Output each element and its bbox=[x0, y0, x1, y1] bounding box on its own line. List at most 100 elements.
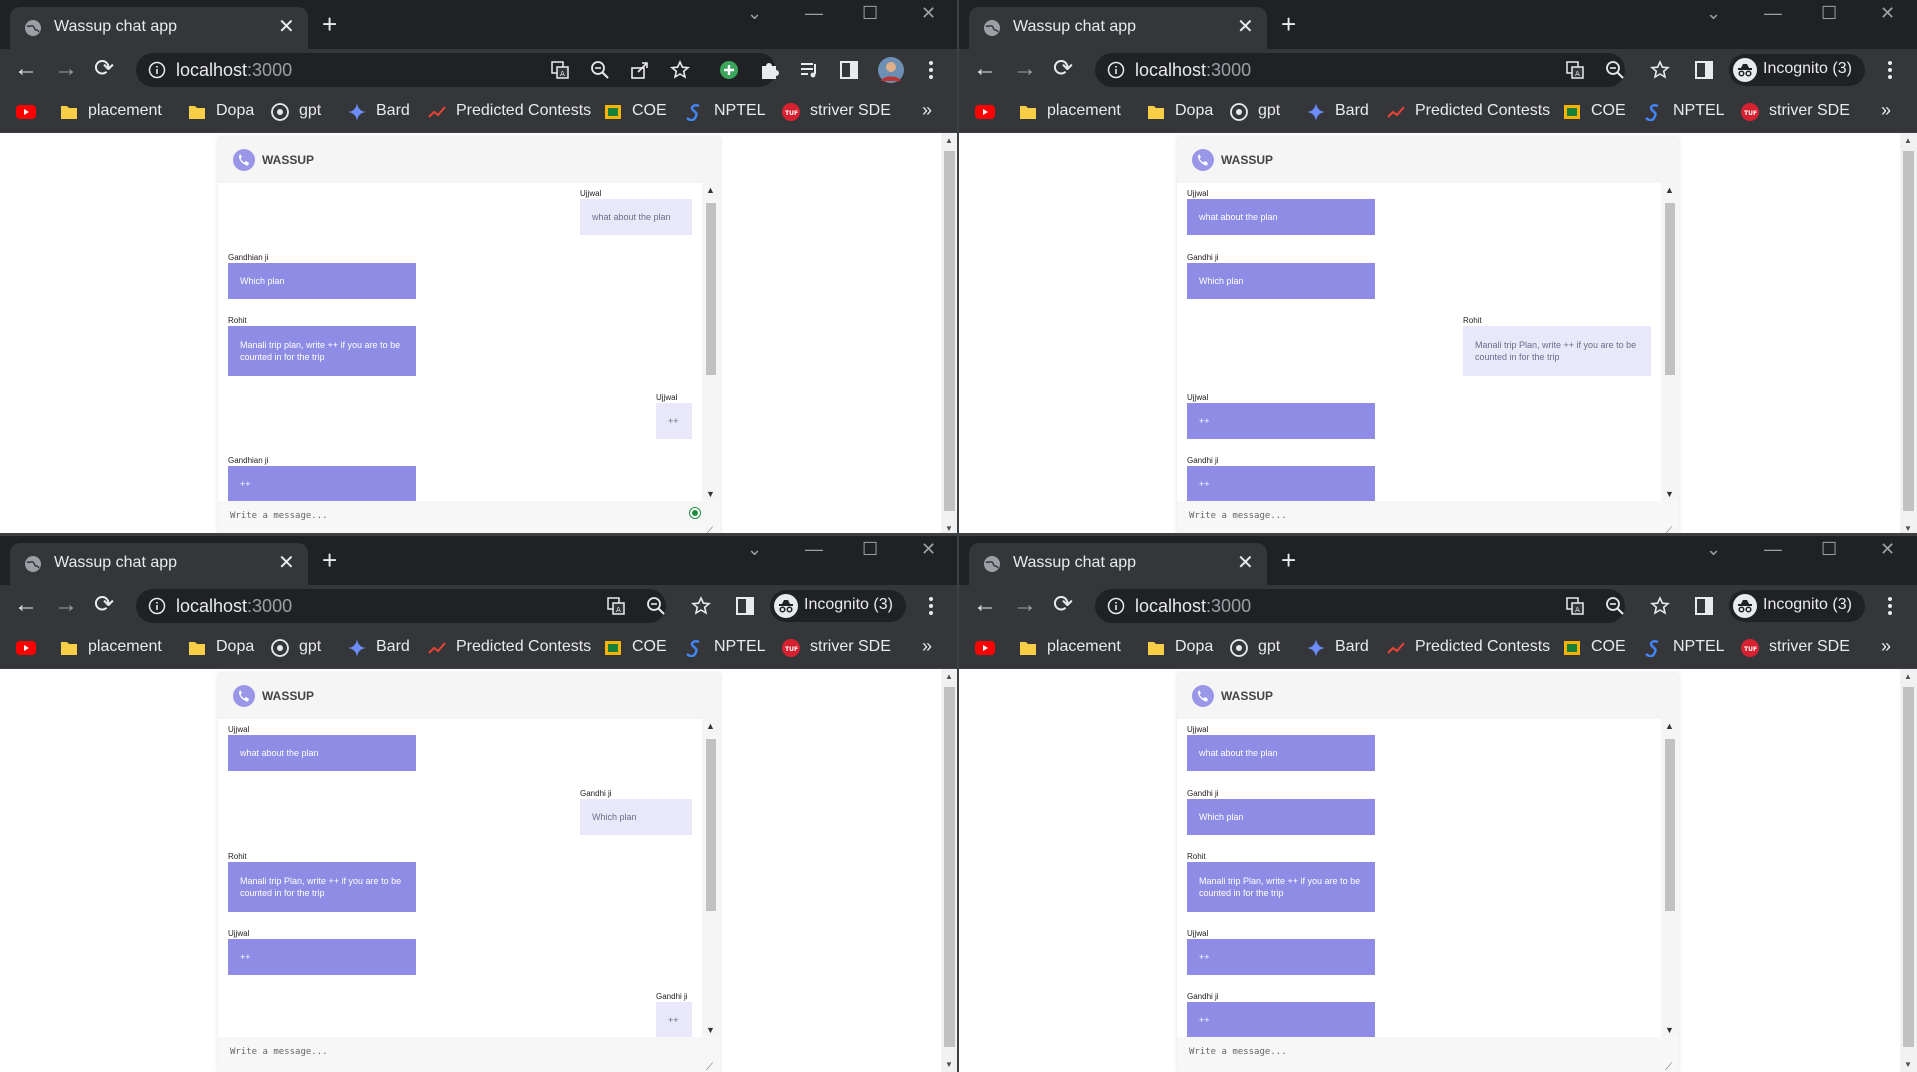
back-button[interactable]: ← bbox=[973, 592, 997, 618]
zoom-icon[interactable] bbox=[1605, 596, 1625, 616]
scroll-up-arrow-icon[interactable]: ▲ bbox=[945, 136, 953, 145]
translate-icon[interactable]: A bbox=[1565, 60, 1585, 80]
reload-button[interactable]: ⟳ bbox=[1053, 592, 1073, 618]
message-scrollbar[interactable]: ▲ ▼ bbox=[702, 719, 720, 1037]
message-input[interactable]: Write a message... ⟋ bbox=[218, 1037, 720, 1072]
browser-menu-icon[interactable] bbox=[1879, 59, 1901, 81]
media-control-icon[interactable] bbox=[798, 59, 820, 81]
site-info-icon[interactable] bbox=[1107, 61, 1125, 79]
side-panel-icon[interactable] bbox=[1693, 595, 1715, 617]
close-tab-icon[interactable]: ✕ bbox=[278, 17, 295, 37]
site-info-icon[interactable] bbox=[148, 61, 166, 79]
scroll-down-arrow-icon[interactable]: ▼ bbox=[1665, 489, 1674, 499]
reload-button[interactable]: ⟳ bbox=[1053, 56, 1073, 82]
address-bar[interactable]: localhost:3000 bbox=[1095, 53, 1625, 87]
side-panel-icon[interactable] bbox=[1693, 59, 1715, 81]
scroll-up-arrow-icon[interactable]: ▲ bbox=[706, 185, 715, 195]
close-tab-icon[interactable]: ✕ bbox=[278, 553, 295, 573]
zoom-icon[interactable] bbox=[646, 596, 666, 616]
new-tab-button[interactable]: + bbox=[322, 546, 337, 574]
site-info-icon[interactable] bbox=[148, 597, 166, 615]
minimize-button[interactable]: — bbox=[805, 2, 823, 24]
message-input[interactable]: Write a message... ⟋ bbox=[218, 501, 720, 536]
scroll-thumb[interactable] bbox=[1665, 203, 1675, 375]
resize-handle-icon[interactable]: ⟋ bbox=[1665, 1062, 1672, 1072]
tab-wassup[interactable]: Wassup chat app ✕ bbox=[969, 7, 1267, 49]
window-close-button[interactable]: ✕ bbox=[1880, 538, 1895, 560]
forward-button[interactable]: → bbox=[54, 592, 78, 618]
tab-search-icon[interactable]: ⌄ bbox=[747, 538, 762, 560]
scroll-down-arrow-icon[interactable]: ▼ bbox=[706, 1025, 715, 1035]
browser-menu-icon[interactable] bbox=[1879, 595, 1901, 617]
back-button[interactable]: ← bbox=[973, 56, 997, 82]
page-scrollbar[interactable]: ▲ ▼ bbox=[1900, 133, 1917, 536]
new-tab-button[interactable]: + bbox=[322, 10, 337, 38]
new-tab-button[interactable]: + bbox=[1281, 10, 1296, 38]
share-icon[interactable] bbox=[630, 60, 650, 80]
bookmarks-overflow-icon[interactable]: » bbox=[922, 636, 932, 657]
scroll-down-arrow-icon[interactable]: ▼ bbox=[706, 489, 715, 499]
message-input[interactable]: Write a message... ⟋ bbox=[1177, 501, 1679, 536]
zoom-icon[interactable] bbox=[590, 60, 610, 80]
browser-menu-icon[interactable] bbox=[920, 59, 942, 81]
bookmark-star-icon[interactable] bbox=[670, 60, 690, 80]
scroll-thumb[interactable] bbox=[1665, 739, 1675, 911]
message-scrollbar[interactable]: ▲ ▼ bbox=[1661, 719, 1679, 1037]
tab-search-icon[interactable]: ⌄ bbox=[747, 2, 762, 24]
scroll-down-arrow-icon[interactable]: ▼ bbox=[1904, 524, 1912, 533]
address-bar[interactable]: localhost:3000 A bbox=[136, 53, 776, 87]
scroll-thumb[interactable] bbox=[706, 203, 716, 375]
tab-wassup[interactable]: Wassup chat app ✕ bbox=[10, 7, 308, 49]
bookmarks-overflow-icon[interactable]: » bbox=[922, 100, 932, 121]
profile-avatar[interactable] bbox=[878, 57, 904, 83]
scroll-up-arrow-icon[interactable]: ▲ bbox=[1904, 672, 1912, 681]
incognito-indicator[interactable]: Incognito (3) bbox=[770, 590, 906, 622]
scroll-up-arrow-icon[interactable]: ▲ bbox=[706, 721, 715, 731]
incognito-indicator[interactable]: Incognito (3) bbox=[1729, 590, 1865, 622]
translate-icon[interactable]: A bbox=[606, 596, 626, 616]
browser-menu-icon[interactable] bbox=[920, 595, 942, 617]
window-close-button[interactable]: ✕ bbox=[921, 2, 936, 24]
extensions-icon[interactable] bbox=[758, 59, 780, 81]
grammar-extension-icon[interactable] bbox=[690, 508, 700, 518]
forward-button[interactable]: → bbox=[1013, 592, 1037, 618]
message-input[interactable]: Write a message... ⟋ bbox=[1177, 1037, 1679, 1072]
forward-button[interactable]: → bbox=[54, 56, 78, 82]
forward-button[interactable]: → bbox=[1013, 56, 1037, 82]
extension-green-icon[interactable] bbox=[718, 59, 740, 81]
incognito-indicator[interactable]: Incognito (3) bbox=[1729, 54, 1865, 86]
scroll-down-arrow-icon[interactable]: ▼ bbox=[945, 1060, 953, 1069]
reload-button[interactable]: ⟳ bbox=[94, 592, 114, 618]
maximize-button[interactable]: ☐ bbox=[1821, 2, 1837, 24]
message-scrollbar[interactable]: ▲ ▼ bbox=[702, 183, 720, 501]
window-close-button[interactable]: ✕ bbox=[1880, 2, 1895, 24]
page-scrollbar[interactable]: ▲ ▼ bbox=[1900, 669, 1917, 1072]
tab-search-icon[interactable]: ⌄ bbox=[1706, 2, 1721, 24]
window-close-button[interactable]: ✕ bbox=[921, 538, 936, 560]
page-scrollbar[interactable]: ▲ ▼ bbox=[941, 669, 958, 1072]
page-scrollbar[interactable]: ▲ ▼ bbox=[941, 133, 958, 536]
scroll-up-arrow-icon[interactable]: ▲ bbox=[1665, 185, 1674, 195]
back-button[interactable]: ← bbox=[14, 56, 38, 82]
minimize-button[interactable]: — bbox=[1764, 2, 1782, 24]
minimize-button[interactable]: — bbox=[805, 538, 823, 560]
scroll-thumb[interactable] bbox=[1903, 687, 1914, 1047]
minimize-button[interactable]: — bbox=[1764, 538, 1782, 560]
bookmarks-overflow-icon[interactable]: » bbox=[1881, 100, 1891, 121]
bookmark-star-icon[interactable] bbox=[1650, 596, 1670, 616]
back-button[interactable]: ← bbox=[14, 592, 38, 618]
scroll-thumb[interactable] bbox=[944, 687, 955, 1047]
bookmarks-overflow-icon[interactable]: » bbox=[1881, 636, 1891, 657]
address-bar[interactable]: localhost:3000 bbox=[136, 589, 666, 623]
maximize-button[interactable]: ☐ bbox=[862, 2, 878, 24]
scroll-thumb[interactable] bbox=[706, 739, 716, 911]
scroll-down-arrow-icon[interactable]: ▼ bbox=[1904, 1060, 1912, 1069]
maximize-button[interactable]: ☐ bbox=[1821, 538, 1837, 560]
scroll-down-arrow-icon[interactable]: ▼ bbox=[1665, 1025, 1674, 1035]
tab-search-icon[interactable]: ⌄ bbox=[1706, 538, 1721, 560]
translate-icon[interactable]: A bbox=[550, 60, 570, 80]
translate-icon[interactable]: A bbox=[1565, 596, 1585, 616]
tab-wassup[interactable]: Wassup chat app ✕ bbox=[10, 543, 308, 585]
scroll-up-arrow-icon[interactable]: ▲ bbox=[1665, 721, 1674, 731]
bookmark-star-icon[interactable] bbox=[1650, 60, 1670, 80]
